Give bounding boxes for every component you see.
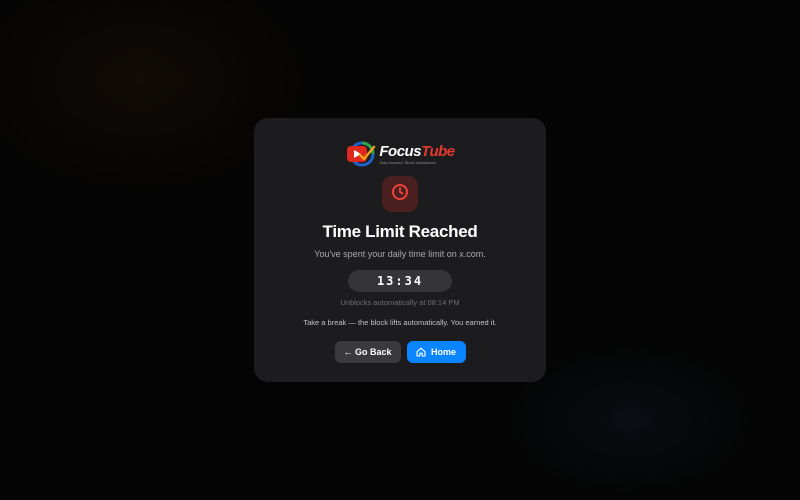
focustube-logo-icon <box>345 140 377 168</box>
break-note: Take a break — the block lifts automatic… <box>303 318 497 327</box>
home-button[interactable]: Home <box>406 341 466 363</box>
countdown-timer: 13:34 <box>348 270 452 292</box>
logo-text: FocusTube Stay focused. Block distractio… <box>379 142 455 165</box>
block-card: FocusTube Stay focused. Block distractio… <box>254 118 546 382</box>
go-back-button[interactable]: ← Go Back <box>334 341 401 363</box>
action-buttons: ← Go Back Home <box>334 341 466 363</box>
logo-wordmark: FocusTube <box>379 142 455 160</box>
unblock-time-text: Unblocks automatically at 08:14 PM <box>340 298 460 307</box>
block-subtitle: You've spent your daily time limit on x.… <box>314 249 486 259</box>
focustube-logo: FocusTube Stay focused. Block distractio… <box>345 140 455 168</box>
page-title: Time Limit Reached <box>322 222 478 241</box>
logo-tagline: Stay focused. Block distractions. <box>379 159 437 165</box>
home-icon <box>416 347 426 357</box>
home-label: Home <box>430 347 456 357</box>
go-back-label: ← Go Back <box>343 347 392 357</box>
clock-icon <box>391 183 409 206</box>
clock-badge <box>382 176 418 212</box>
